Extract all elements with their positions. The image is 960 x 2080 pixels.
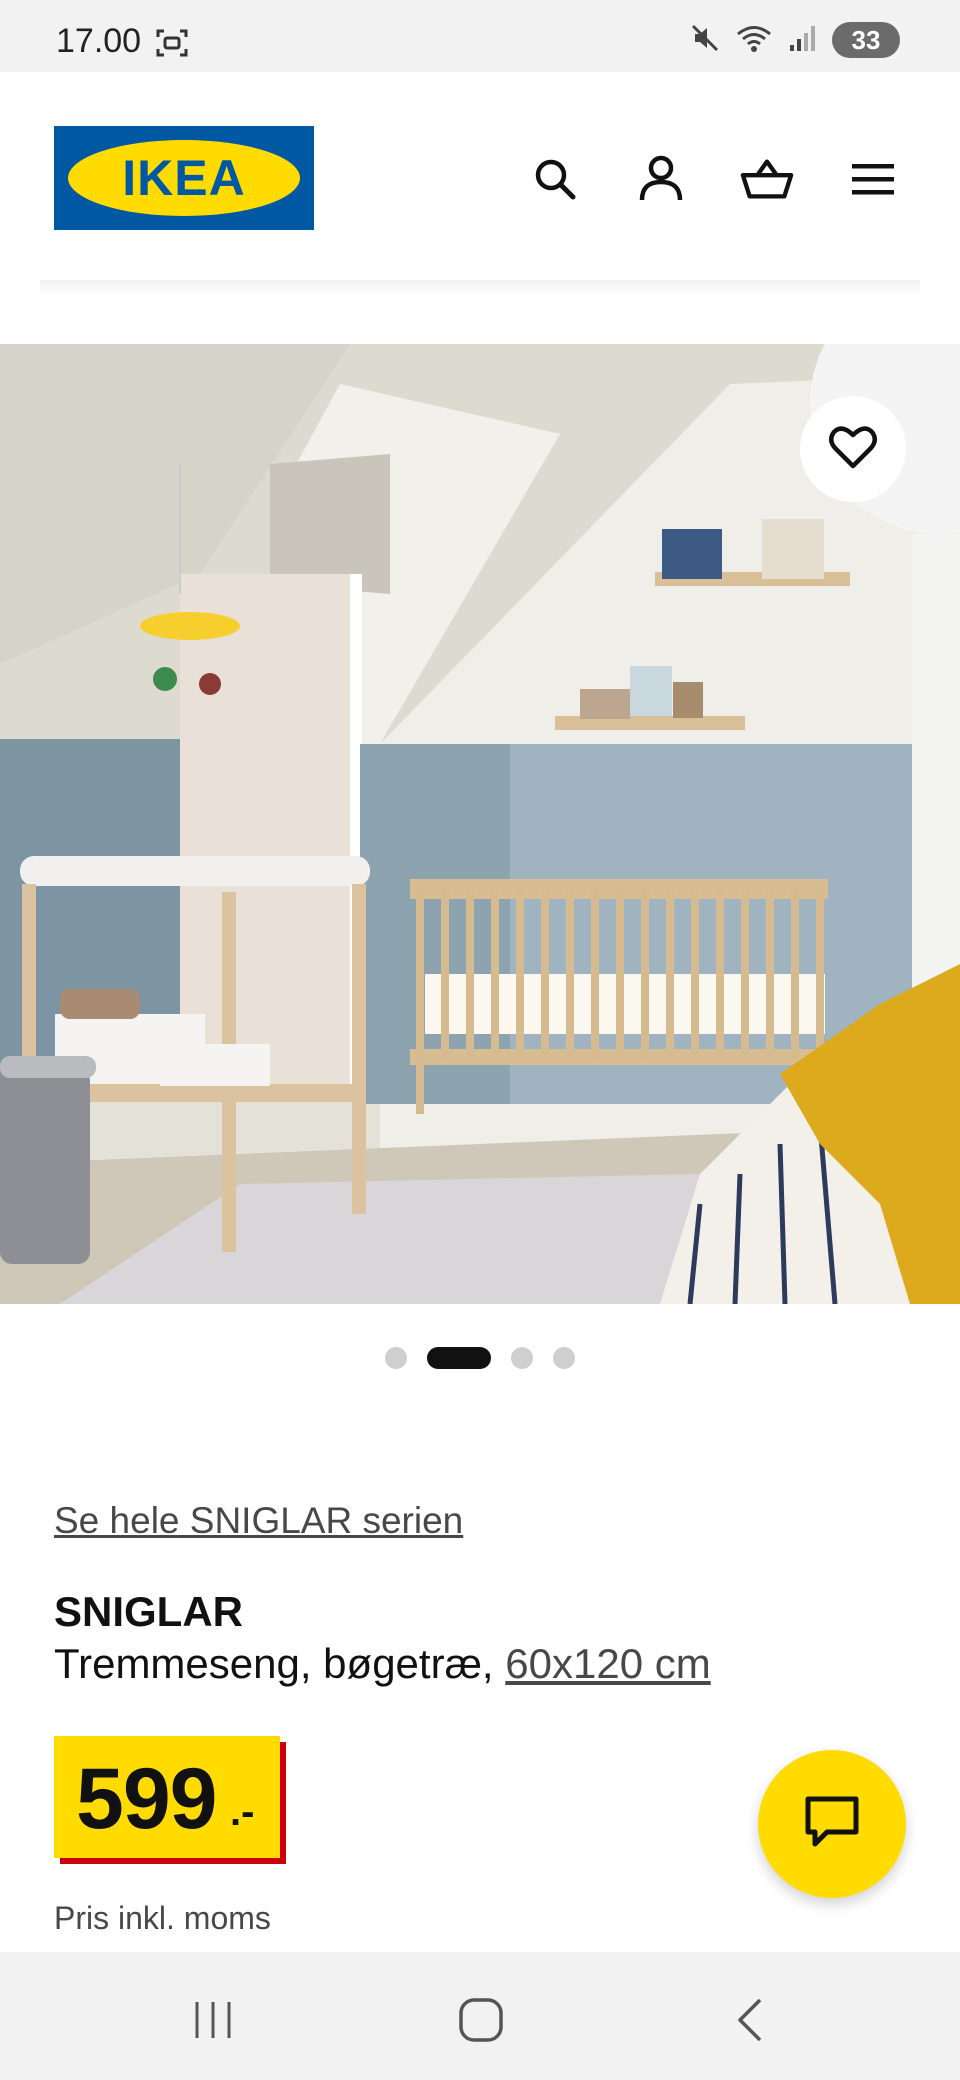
wifi-icon bbox=[734, 23, 774, 58]
ikea-logo[interactable]: IKEA bbox=[54, 126, 314, 230]
carousel-dot-active[interactable] bbox=[427, 1347, 491, 1369]
price-tag: 599 .- bbox=[54, 1736, 280, 1858]
size-link[interactable]: 60x120 cm bbox=[505, 1640, 710, 1687]
product-description: Tremmeseng, bøgetræ, 60x120 cm bbox=[54, 1640, 711, 1688]
account-icon[interactable] bbox=[634, 152, 688, 206]
site-header: IKEA bbox=[0, 72, 960, 282]
carousel-dot[interactable] bbox=[385, 1347, 407, 1369]
status-bar: 17.00 33 bbox=[0, 0, 960, 72]
search-icon[interactable] bbox=[528, 152, 582, 206]
product-type: Tremmeseng, bøgetræ, bbox=[54, 1640, 506, 1687]
logo-oval: IKEA bbox=[68, 140, 300, 216]
home-icon[interactable] bbox=[451, 1990, 511, 2050]
price-suffix: .- bbox=[230, 1790, 255, 1834]
chat-icon bbox=[803, 1794, 861, 1855]
favorite-button[interactable] bbox=[800, 396, 906, 502]
carousel-indicators bbox=[0, 1346, 960, 1370]
cart-icon[interactable] bbox=[740, 152, 794, 206]
carousel-dot[interactable] bbox=[553, 1347, 575, 1369]
price-note: Pris inkl. moms bbox=[54, 1900, 271, 1936]
screenshot-icon bbox=[156, 28, 188, 63]
heart-outline-icon bbox=[828, 424, 878, 475]
product-name: SNIGLAR bbox=[54, 1588, 243, 1635]
system-navigation-bar bbox=[0, 1952, 960, 2080]
battery-level: 33 bbox=[832, 22, 900, 58]
signal-icon bbox=[788, 23, 818, 58]
nursery-illustration bbox=[0, 344, 960, 1304]
status-icons: 33 bbox=[690, 22, 900, 58]
menu-icon[interactable] bbox=[846, 152, 900, 206]
logo-text: IKEA bbox=[122, 150, 246, 206]
header-actions bbox=[528, 152, 900, 206]
back-icon[interactable] bbox=[720, 1990, 780, 2050]
header-divider bbox=[40, 280, 920, 296]
mute-icon bbox=[690, 23, 720, 58]
status-time: 17.00 bbox=[56, 22, 142, 60]
recents-icon[interactable] bbox=[183, 1990, 243, 2050]
product-image[interactable] bbox=[0, 344, 960, 1304]
series-link[interactable]: Se hele SNIGLAR serien bbox=[54, 1500, 463, 1542]
carousel-dot[interactable] bbox=[511, 1347, 533, 1369]
price-integer: 599 bbox=[76, 1751, 217, 1847]
chat-button[interactable] bbox=[758, 1750, 906, 1898]
